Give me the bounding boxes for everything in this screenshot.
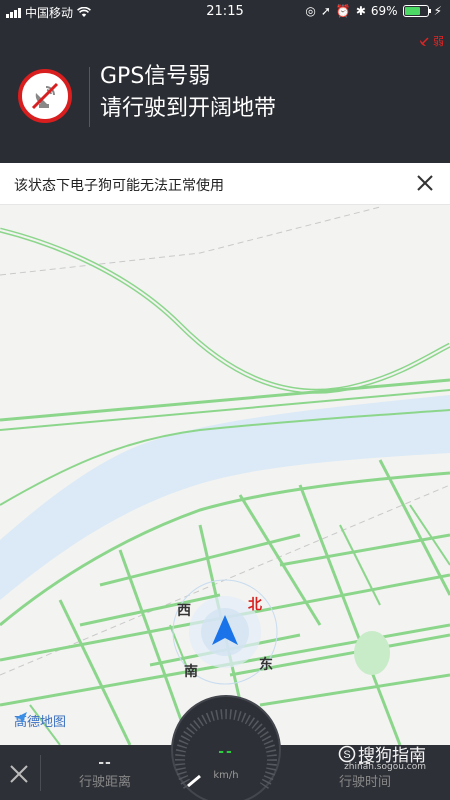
location-arrow-icon: ➚ <box>320 4 331 18</box>
sogou-logo-icon: S <box>338 745 356 762</box>
distance-value: -- <box>98 755 112 771</box>
map-logo: 高德地图 <box>14 711 66 730</box>
status-bar: 中国移动 21:15 ◎ ➚ ⏰ ✱ 69% ⚡ <box>0 0 450 22</box>
compass-north: 北 <box>248 597 262 613</box>
svg-text:S: S <box>343 749 350 761</box>
status-right: ◎ ➚ ⏰ ✱ 69% ⚡ <box>305 4 442 18</box>
notice-bar: 该状态下电子狗可能无法正常使用 <box>0 163 450 205</box>
compass-south: 南 <box>184 664 198 680</box>
gps-weak-indicator: 弱 <box>419 33 444 49</box>
map-canvas <box>0 206 450 745</box>
bluetooth-icon: ✱ <box>355 4 366 18</box>
distance-stat: -- 行驶距离 <box>70 755 140 790</box>
header-divider <box>89 67 90 127</box>
screen-lock-icon: ◎ <box>305 4 316 18</box>
notice-text: 该状态下电子狗可能无法正常使用 <box>14 178 224 194</box>
notice-close-icon[interactable] <box>414 172 436 194</box>
speed-value: -- <box>218 744 234 760</box>
satellite-dish-icon <box>18 69 72 123</box>
bottom-divider <box>40 755 41 791</box>
map-view[interactable]: 西 北 南 东 高德地图 <box>0 205 450 745</box>
close-icon[interactable] <box>8 763 30 785</box>
speed-unit: km/h <box>213 770 239 781</box>
compass-east: 东 <box>259 657 273 673</box>
alarm-icon: ⏰ <box>335 4 351 18</box>
watermark-url: zhinan.sogou.com <box>344 762 426 772</box>
gps-weak-label: 弱 <box>433 35 444 48</box>
battery-percent: 69% <box>370 4 398 18</box>
charging-icon: ⚡ <box>433 4 442 18</box>
warning-title: GPS信号弱 <box>100 64 211 89</box>
compass-west: 西 <box>177 603 191 619</box>
battery-icon <box>402 5 431 17</box>
satellite-icon <box>420 37 429 46</box>
time-label: 行驶时间 <box>338 775 391 790</box>
distance-label: 行驶距离 <box>78 775 131 790</box>
warning-subtitle: 请行驶到开阔地带 <box>100 96 277 121</box>
speed-gauge: -- km/h <box>170 686 282 800</box>
gps-warning-header: GPS信号弱 请行驶到开阔地带 <box>0 22 450 163</box>
speedometer-dial-icon <box>171 695 281 800</box>
amap-logo-icon <box>15 712 27 724</box>
